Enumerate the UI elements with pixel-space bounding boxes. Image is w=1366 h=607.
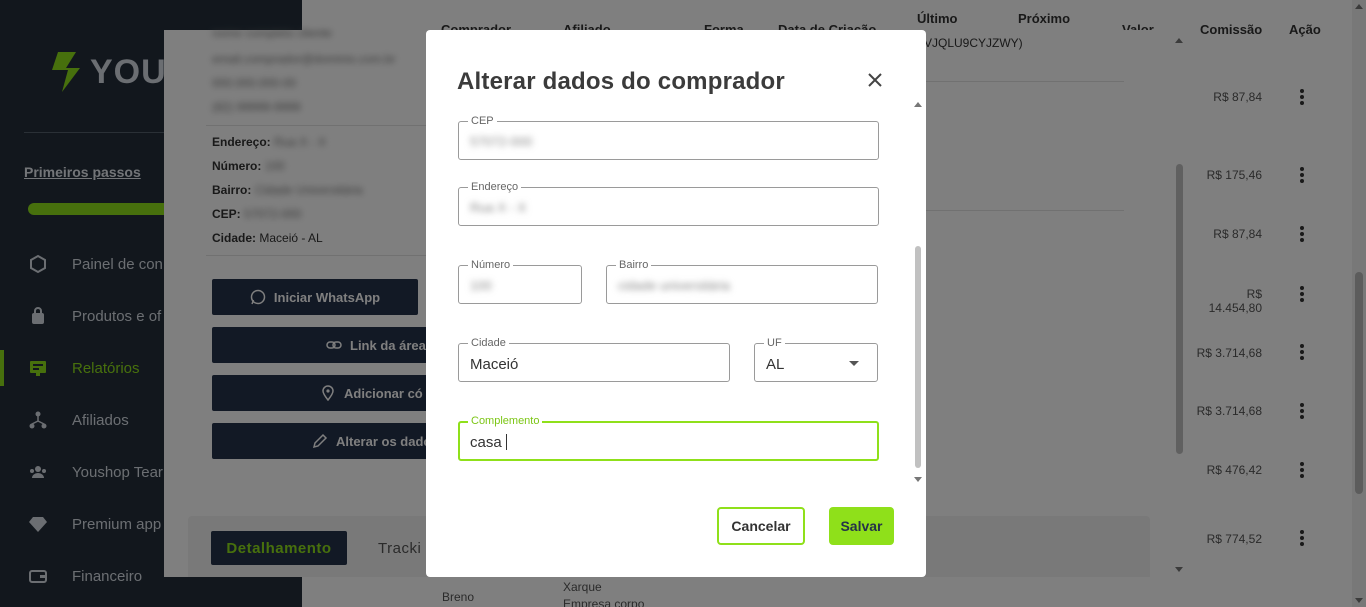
text-caret (505, 434, 507, 450)
cep-field-label: CEP (468, 114, 497, 128)
save-button[interactable]: Salvar (829, 507, 894, 545)
state-select[interactable]: UF AL (754, 336, 878, 382)
city-field-label: Cidade (468, 336, 509, 350)
scroll-up-arrow-icon[interactable] (914, 102, 922, 107)
chevron-down-icon (849, 361, 859, 366)
number-field-label: Número (468, 258, 514, 272)
complement-field[interactable]: Complemento casa (458, 414, 879, 461)
state-select-value: AL (766, 356, 785, 373)
complement-field-label: Complemento (468, 414, 543, 428)
cep-field-value: 57072-000 (470, 134, 533, 149)
address-field[interactable]: Endereço Rua X - X (458, 180, 879, 226)
cancel-button[interactable]: Cancelar (717, 507, 805, 545)
neighborhood-field-label: Bairro (616, 258, 652, 272)
state-select-label: UF (764, 336, 785, 350)
modal-form: CEP 57072-000 Endereço Rua X - X Número … (426, 100, 926, 490)
edit-buyer-modal: Alterar dados do comprador CEP 57072-000… (426, 30, 926, 577)
modal-title: Alterar dados do comprador (457, 68, 785, 95)
cep-field[interactable]: CEP 57072-000 (458, 114, 879, 160)
neighborhood-field[interactable]: Bairro cidade universitária (606, 258, 878, 304)
close-button[interactable] (864, 69, 886, 91)
number-field[interactable]: Número 100 (458, 258, 582, 304)
city-field-value: Maceió (470, 356, 519, 373)
address-field-value: Rua X - X (470, 200, 527, 215)
number-field-value: 100 (470, 278, 492, 293)
scrollbar-thumb[interactable] (915, 246, 921, 468)
close-icon (868, 73, 882, 87)
neighborhood-field-value: cidade universitária (618, 278, 731, 293)
complement-field-value: casa (470, 434, 507, 451)
complement-text: casa (470, 434, 502, 451)
modal-scrollbar[interactable] (914, 102, 922, 482)
address-field-label: Endereço (468, 180, 522, 194)
scroll-down-arrow-icon[interactable] (914, 477, 922, 482)
city-field[interactable]: Cidade Maceió (458, 336, 730, 382)
